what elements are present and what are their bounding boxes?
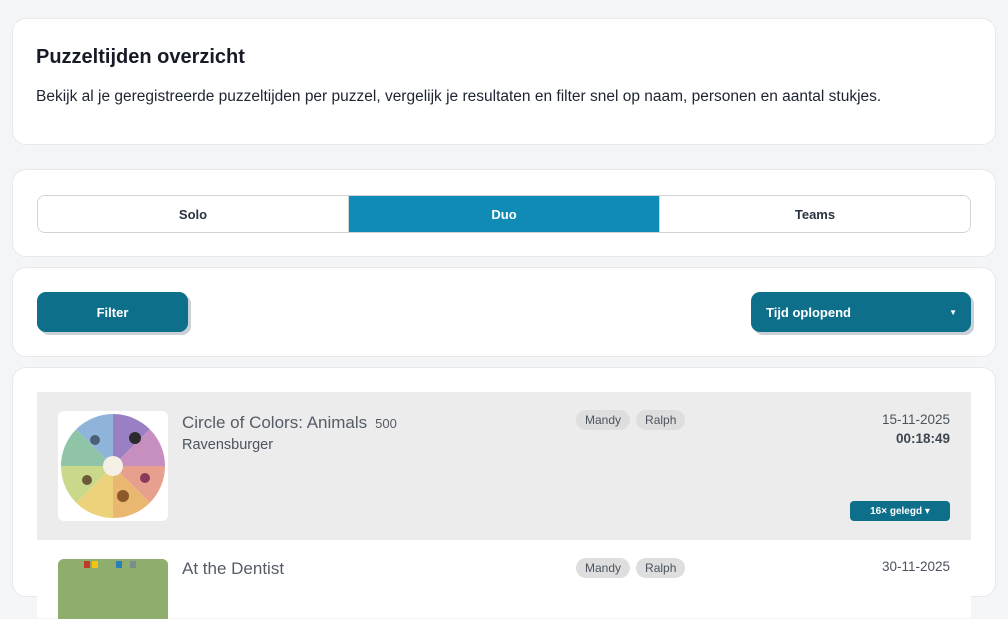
puzzle-title: At the Dentist xyxy=(182,559,285,578)
tab-duo[interactable]: Duo xyxy=(349,196,660,232)
page-subtitle: Bekijk al je geregistreerde puzzeltijden… xyxy=(36,88,882,105)
filter-button[interactable]: Filter xyxy=(37,292,188,332)
page-title: Puzzeltijden overzicht xyxy=(36,46,245,68)
puzzle-image xyxy=(60,413,166,519)
played-count-dropdown[interactable]: 16× gelegd ▾ xyxy=(850,501,950,521)
mode-tabs-card: Solo Duo Teams xyxy=(12,169,996,257)
puzzle-brand: Ravensburger xyxy=(182,437,274,453)
list-item[interactable]: At the Dentist Mandy Ralph 30-11-2025 xyxy=(37,558,971,619)
tab-teams[interactable]: Teams xyxy=(660,196,970,232)
person-chip: Ralph xyxy=(636,410,686,430)
person-chip: Ralph xyxy=(636,558,686,578)
results-list-card: Circle of Colors: Animals 500 Ravensburge… xyxy=(12,367,996,619)
puzzle-title: Circle of Colors: Animals xyxy=(182,413,368,432)
sort-select[interactable]: Tijd oplopend ▼ xyxy=(751,292,971,332)
puzzle-pieces: 500 xyxy=(375,416,397,431)
person-chip: Mandy xyxy=(576,410,631,430)
puzzle-thumbnail xyxy=(58,559,168,619)
page-header-card: Puzzeltijden overzicht Bekijk al je gere… xyxy=(12,18,996,145)
puzzle-thumbnail xyxy=(58,411,168,521)
sort-select-value: Tijd oplopend xyxy=(766,304,851,320)
puzzle-name: At the Dentist xyxy=(182,559,284,579)
puzzle-image xyxy=(58,559,168,619)
person-chip: Mandy xyxy=(576,558,631,578)
entry-time: 00:18:49 xyxy=(895,431,950,446)
tab-solo[interactable]: Solo xyxy=(38,196,349,232)
puzzle-name: Circle of Colors: Animals 500 xyxy=(182,413,397,433)
list-item[interactable]: Circle of Colors: Animals 500 Ravensburge… xyxy=(37,392,971,540)
people-list: Mandy Ralph xyxy=(576,410,686,430)
mode-tabs: Solo Duo Teams xyxy=(37,195,971,233)
chevron-down-icon: ▼ xyxy=(949,307,957,317)
entry-date: 15-11-2025 xyxy=(881,412,950,427)
people-list: Mandy Ralph xyxy=(576,558,686,578)
filter-card: Filter Tijd oplopend ▼ xyxy=(12,267,996,357)
